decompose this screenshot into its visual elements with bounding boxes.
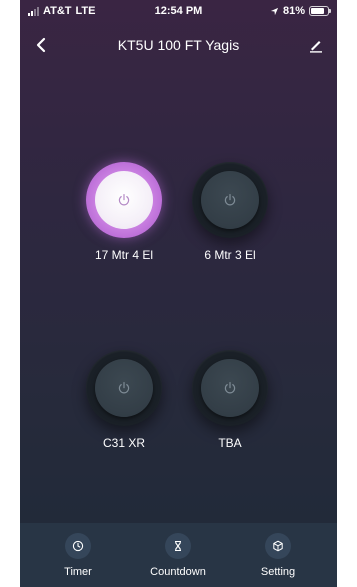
power-icon — [118, 194, 130, 206]
switch-c31-xr: C31 XR — [74, 350, 174, 450]
switch-1-button[interactable] — [86, 162, 162, 238]
switch-4-button[interactable] — [192, 350, 268, 426]
chevron-left-icon — [36, 37, 46, 53]
switch-3-label: C31 XR — [102, 436, 146, 450]
cube-icon — [273, 540, 283, 552]
battery-percent: 81% — [282, 5, 305, 17]
switch-1-label: 17 Mtr 4 El — [94, 248, 154, 262]
location-icon — [270, 7, 279, 15]
switch-17-mtr-4-el: 17 Mtr 4 El — [74, 162, 174, 262]
switch-4-knob — [201, 359, 259, 417]
app-screen: AT&T LTE 12:54 PM 81% KT5U 100 FT Yagis — [20, 0, 337, 587]
tab-timer-label: Timer — [64, 566, 92, 578]
countdown-icon-circle — [165, 533, 191, 559]
tab-setting-label: Setting — [260, 566, 296, 578]
pencil-icon — [310, 41, 322, 53]
tab-countdown[interactable]: Countdown — [138, 533, 218, 578]
switch-6-mtr-3-el: 6 Mtr 3 El — [180, 162, 280, 262]
switch-2-button[interactable] — [192, 162, 268, 238]
battery-fill — [311, 8, 324, 14]
tab-setting[interactable]: Setting — [238, 533, 318, 578]
power-icon — [224, 382, 236, 394]
power-icon — [224, 194, 236, 206]
status-right: 81% — [270, 5, 331, 17]
page-title: KT5U 100 FT Yagis — [117, 37, 240, 53]
switch-3-knob — [95, 359, 153, 417]
switch-2-label: 6 Mtr 3 El — [204, 248, 256, 262]
switch-3-button[interactable] — [86, 350, 162, 426]
switch-2-knob — [201, 171, 259, 229]
power-icon — [118, 382, 130, 394]
bottom-tab-bar: Timer Countdown Setting — [20, 523, 337, 587]
hourglass-icon — [175, 540, 181, 552]
clock-icon — [72, 540, 84, 552]
tab-countdown-label: Countdown — [150, 566, 206, 578]
edit-button[interactable] — [305, 34, 327, 56]
timer-icon-circle — [65, 533, 91, 559]
nav-header: KT5U 100 FT Yagis — [20, 30, 337, 60]
status-bar: AT&T LTE 12:54 PM 81% — [20, 0, 337, 22]
switch-4-label: TBA — [218, 436, 242, 450]
tab-timer[interactable]: Timer — [38, 533, 118, 578]
switch-tba: TBA — [180, 350, 280, 450]
battery-icon — [309, 6, 331, 16]
switch-1-knob — [95, 171, 153, 229]
setting-icon-circle — [265, 533, 291, 559]
back-button[interactable] — [30, 34, 52, 56]
